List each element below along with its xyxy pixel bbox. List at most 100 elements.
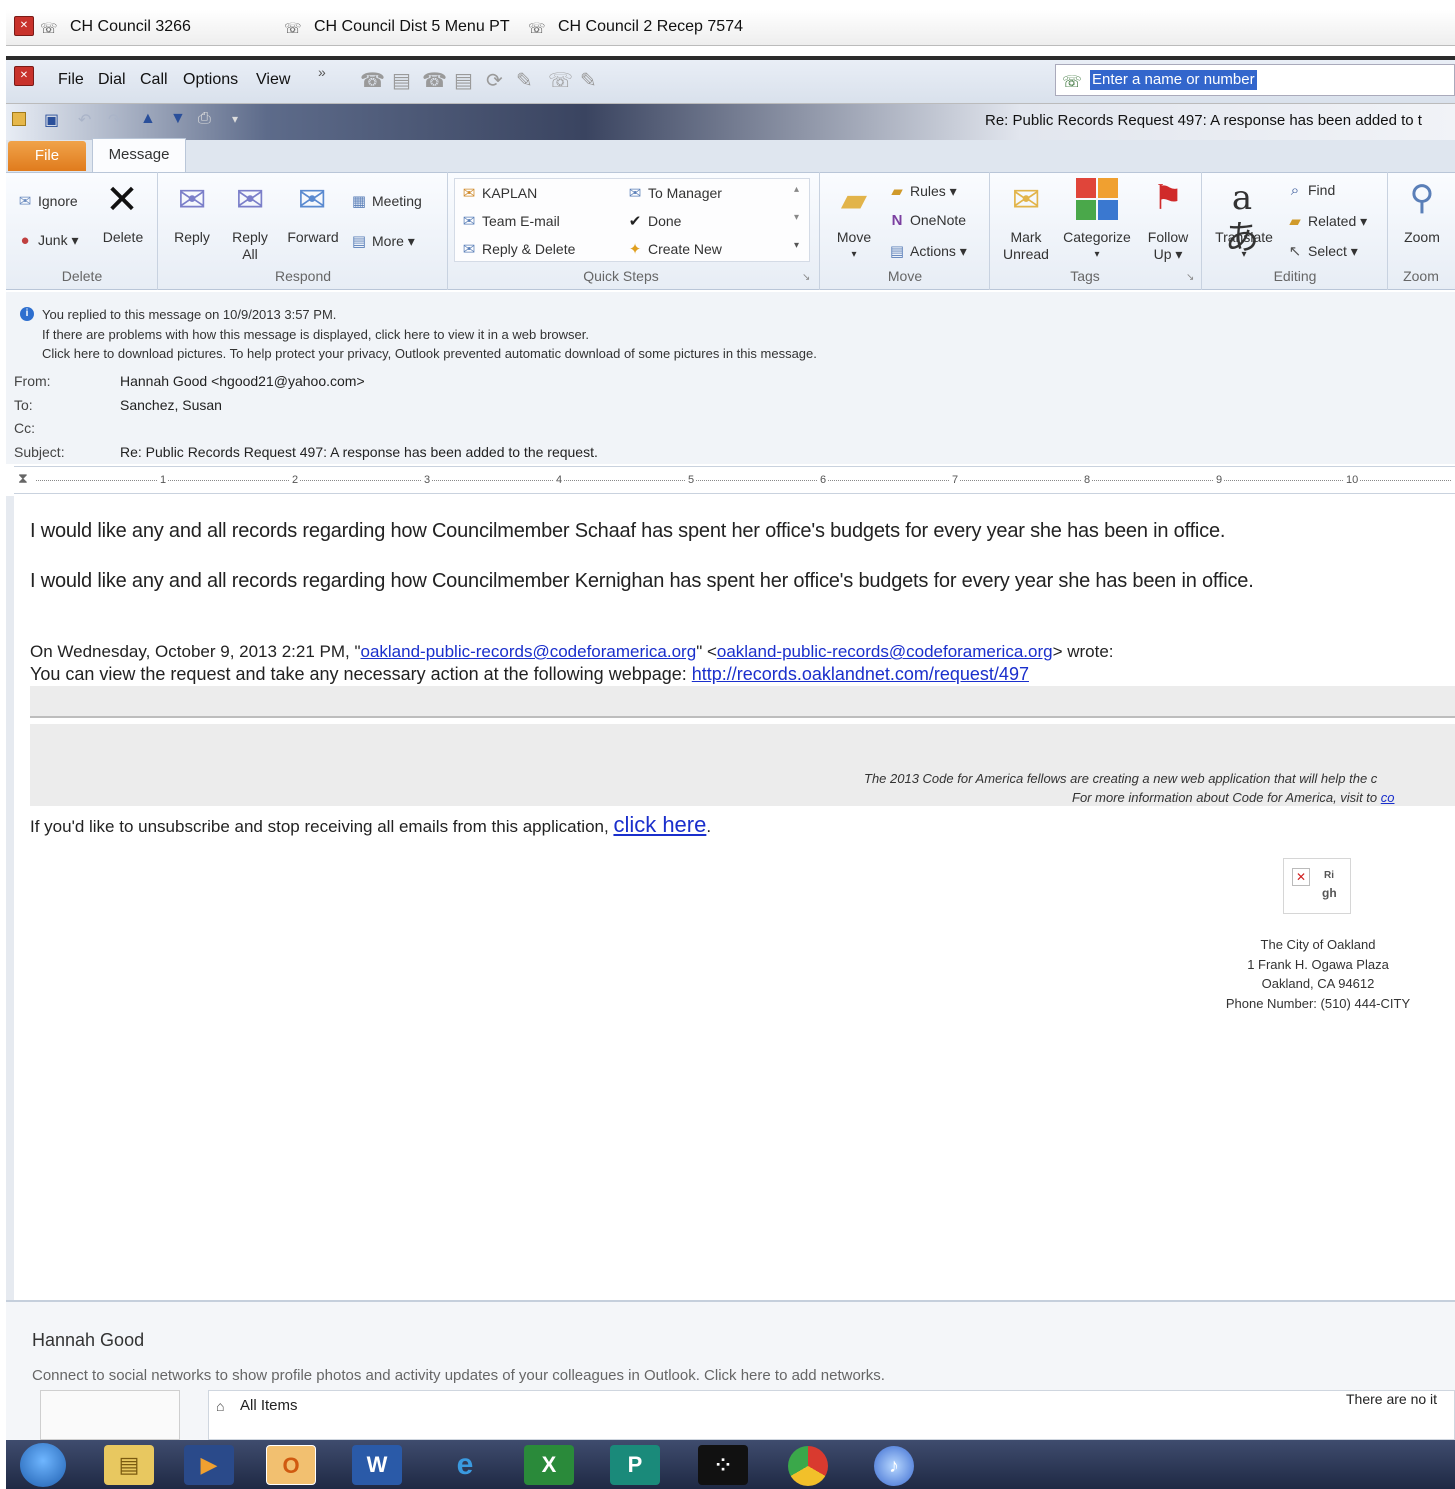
chrome-icon[interactable] xyxy=(788,1446,828,1486)
tab-message[interactable]: Message xyxy=(92,138,186,172)
qat-customize-icon[interactable]: ▾ xyxy=(232,112,238,126)
redo-icon[interactable]: ↷ xyxy=(108,110,121,130)
mark-unread-label-1[interactable]: Mark xyxy=(998,229,1054,246)
translate-dropdown-icon[interactable]: ▾ xyxy=(1210,246,1278,263)
quicksteps-dialog-launcher-icon[interactable]: ↘ xyxy=(802,272,810,283)
quickstep-done[interactable]: ✔ Done xyxy=(626,212,682,230)
quickstep-to-manager[interactable]: ✉ To Manager xyxy=(626,184,722,202)
quickstep-team-email[interactable]: ✉ Team E-mail xyxy=(460,212,560,230)
from-value[interactable]: Hannah Good <hgood21@yahoo.com> xyxy=(120,373,365,389)
phone-answer-icon[interactable]: ☎ xyxy=(360,68,385,93)
phone-tab-council-dist5[interactable]: CH Council Dist 5 Menu PT xyxy=(314,18,510,36)
explorer-folder-icon[interactable]: ▤ xyxy=(104,1445,154,1485)
view-in-browser-info[interactable]: If there are problems with how this mess… xyxy=(42,327,589,342)
find-button[interactable]: ⌕ Find xyxy=(1286,182,1335,199)
categorize-icon[interactable] xyxy=(1076,178,1118,220)
next-item-icon[interactable]: ▼ xyxy=(170,110,186,128)
download-pictures-info[interactable]: Click here to download pictures. To help… xyxy=(42,346,817,361)
phone-menu-file[interactable]: File xyxy=(58,71,84,89)
delete-button[interactable]: Delete xyxy=(96,229,150,246)
unsubscribe-link[interactable]: click here xyxy=(613,812,706,837)
internet-explorer-icon[interactable]: e xyxy=(440,1445,490,1485)
previous-item-icon[interactable]: ▲ xyxy=(140,110,156,128)
more-respond-button[interactable]: ▤ More ▾ xyxy=(350,232,415,250)
zoom-button[interactable]: Zoom xyxy=(1396,229,1448,246)
mark-unread-label-2[interactable]: Unread xyxy=(998,246,1054,263)
excel-taskbar-icon[interactable]: X xyxy=(524,1445,574,1485)
move-button[interactable]: Move xyxy=(826,229,882,246)
all-items-tab[interactable]: All Items xyxy=(240,1397,298,1414)
zoom-magnifier-icon[interactable]: ⚲ xyxy=(1400,178,1444,218)
phone-mute-icon[interactable]: ✎ xyxy=(516,68,533,93)
follow-up-label-1[interactable]: Follow xyxy=(1140,229,1196,246)
tags-dialog-launcher-icon[interactable]: ↘ xyxy=(1186,272,1194,283)
forward-icon[interactable]: ✉ xyxy=(290,180,334,220)
reply-all-icon[interactable]: ✉ xyxy=(228,180,272,220)
related-button[interactable]: ▰ Related ▾ xyxy=(1286,212,1367,230)
reply-icon[interactable]: ✉ xyxy=(170,180,214,220)
reply-button[interactable]: Reply xyxy=(166,229,218,246)
move-folder-icon[interactable]: ▰ xyxy=(832,180,876,220)
ruler-indent-marker-icon[interactable]: ⧗ xyxy=(18,470,28,487)
follow-up-flag-icon[interactable]: ⚑ xyxy=(1146,178,1190,218)
image-alt-text-1: Ri xyxy=(1324,870,1334,881)
tab-file[interactable]: File xyxy=(8,141,86,171)
quicksteps-scroll-down-icon[interactable]: ▾ xyxy=(794,212,799,223)
quicksteps-scroll-up-icon[interactable]: ▴ xyxy=(794,184,799,195)
quote-email-link-1[interactable]: oakland-public-records@codeforamerica.or… xyxy=(360,642,696,661)
dial-search-input[interactable]: Enter a name or number xyxy=(1090,70,1257,90)
phone-menu-call[interactable]: Call xyxy=(140,71,168,89)
phone-conference-icon[interactable]: ⟳ xyxy=(486,68,503,93)
phone-hangup-icon[interactable]: ✎ xyxy=(580,68,597,93)
onenote-button[interactable]: N OneNote xyxy=(888,212,966,229)
replied-info[interactable]: You replied to this message on 10/9/2013… xyxy=(42,307,336,322)
follow-up-label-2[interactable]: Up ▾ xyxy=(1140,246,1196,263)
quickstep-kaplan[interactable]: ✉ KAPLAN xyxy=(460,184,538,202)
quickstep-create-new[interactable]: ✦ Create New xyxy=(626,240,722,258)
save-icon[interactable]: ▣ xyxy=(44,110,59,130)
quickstep-reply-delete[interactable]: ✉ Reply & Delete xyxy=(460,240,576,258)
itunes-icon[interactable]: ♪ xyxy=(874,1446,914,1486)
quicksteps-expand-icon[interactable]: ▾ xyxy=(794,240,799,251)
cfa-link[interactable]: co xyxy=(1381,790,1395,805)
move-dropdown-icon[interactable]: ▾ xyxy=(826,246,882,263)
rules-button[interactable]: ▰ Rules ▾ xyxy=(888,182,957,200)
forward-button[interactable]: Forward xyxy=(282,229,344,246)
connect-social-networks-link[interactable]: Connect to social networks to show profi… xyxy=(32,1367,885,1384)
phone-menu-dial[interactable]: Dial xyxy=(98,71,126,89)
junk-button[interactable]: ● Junk ▾ xyxy=(16,232,78,249)
select-button[interactable]: ↖ Select ▾ xyxy=(1286,242,1358,260)
meeting-button[interactable]: ▦ Meeting xyxy=(350,192,422,210)
quote-email-link-2[interactable]: oakland-public-records@codeforamerica.or… xyxy=(717,642,1053,661)
print-icon[interactable]: ⎙ xyxy=(198,110,211,128)
ignore-button[interactable]: ✉ Ignore xyxy=(16,192,78,210)
media-player-icon[interactable]: ▶ xyxy=(184,1445,234,1485)
phone-transfer-icon[interactable]: ☎ xyxy=(422,68,447,93)
mark-unread-icon[interactable]: ✉ xyxy=(1004,180,1048,220)
phone-app-icon[interactable]: ✕ xyxy=(14,16,34,36)
phone-record-icon[interactable]: ☏ xyxy=(548,68,573,93)
outlook-taskbar-icon[interactable]: O xyxy=(266,1445,316,1485)
word-taskbar-icon[interactable]: W xyxy=(352,1445,402,1485)
publisher-taskbar-icon[interactable]: P xyxy=(610,1445,660,1485)
undo-icon[interactable]: ↶ xyxy=(78,110,91,130)
phone-hold-icon[interactable]: ▤ xyxy=(392,68,411,93)
phone-park-icon[interactable]: ▤ xyxy=(454,68,473,93)
translate-button[interactable]: Translate xyxy=(1210,229,1278,246)
delete-x-icon[interactable]: ✕ xyxy=(100,180,144,220)
to-value[interactable]: Sanchez, Susan xyxy=(120,397,222,413)
request-webpage-link[interactable]: http://records.oaklandnet.com/request/49… xyxy=(692,664,1029,684)
categorize-button[interactable]: Categorize xyxy=(1058,229,1136,246)
blackberry-icon[interactable]: ⁘ xyxy=(698,1445,748,1485)
reply-all-label-2[interactable]: All xyxy=(224,246,276,263)
phone-tab-council-3266[interactable]: CH Council 3266 xyxy=(70,18,191,36)
start-button[interactable] xyxy=(20,1443,66,1487)
phone-menu-options[interactable]: Options xyxy=(183,71,238,89)
menu-overflow-chevron[interactable]: » xyxy=(318,64,326,80)
phone-tab-council-2[interactable]: CH Council 2 Recep 7574 xyxy=(558,18,743,36)
phone-menu-view[interactable]: View xyxy=(256,71,290,89)
phone-menu-app-icon[interactable]: ✕ xyxy=(14,66,34,86)
categorize-dropdown-icon[interactable]: ▾ xyxy=(1058,246,1136,263)
actions-button[interactable]: ▤ Actions ▾ xyxy=(888,242,967,260)
reply-all-label-1[interactable]: Reply xyxy=(224,229,276,246)
